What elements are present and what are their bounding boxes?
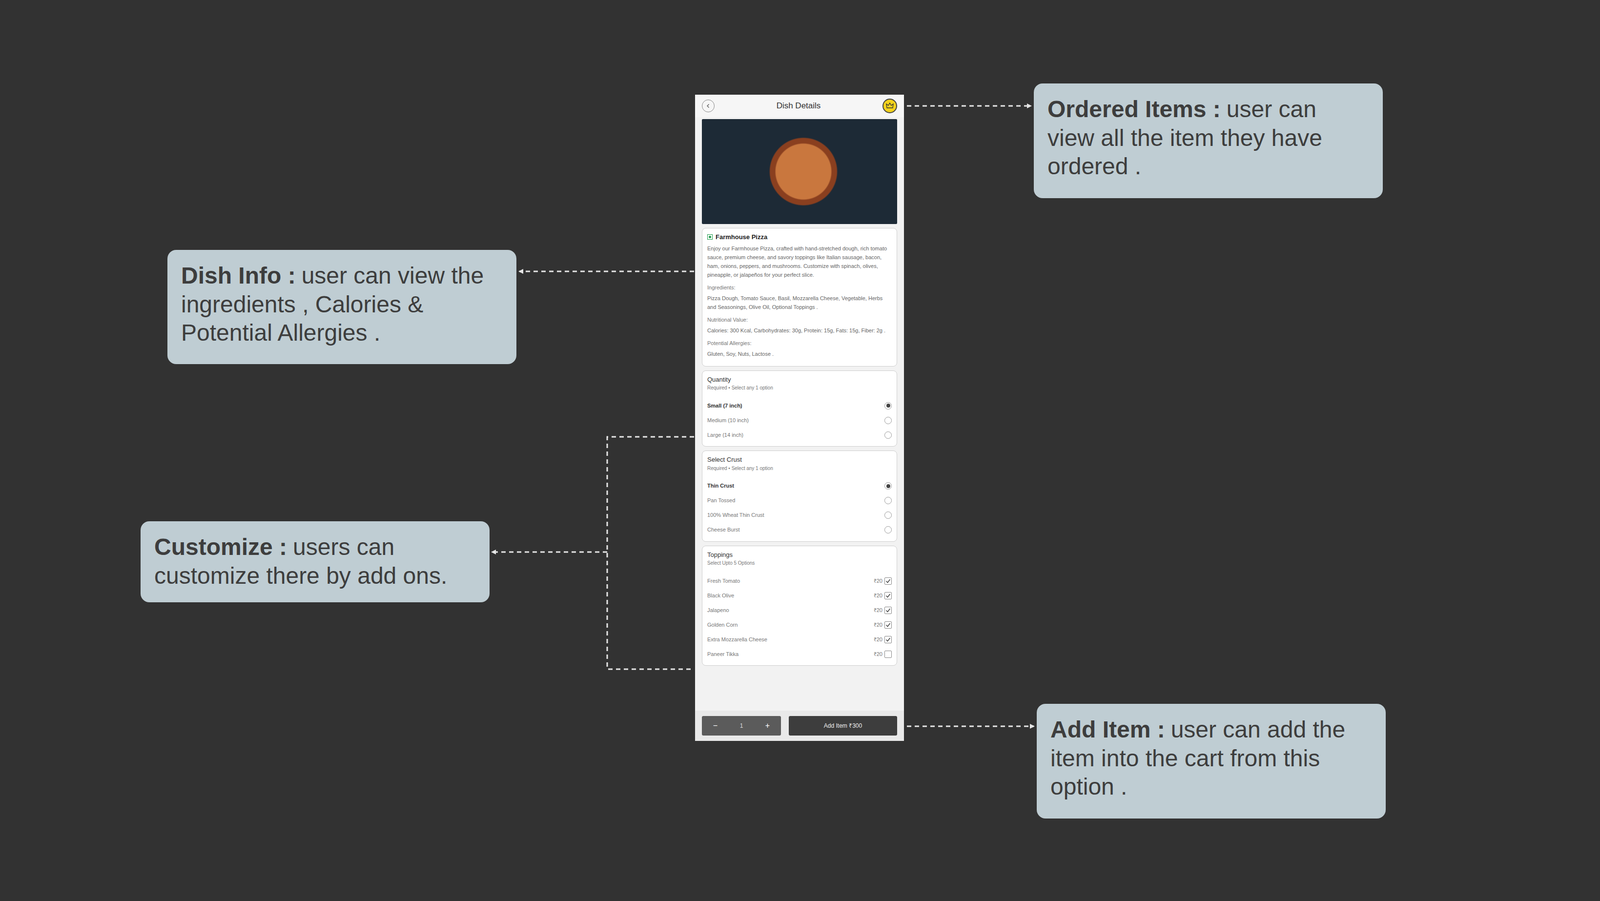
radio-button[interactable] [884, 526, 892, 534]
dish-description: Enjoy our Farmhouse Pizza, crafted with … [707, 244, 892, 280]
callout-title: Ordered Items : [1047, 96, 1221, 123]
annotation-canvas: Ordered Items :user can view all the ite… [0, 0, 1600, 901]
plus-button[interactable]: + [765, 719, 770, 732]
option-section: QuantityRequired • Select any 1 option Sm… [701, 370, 898, 448]
checkbox[interactable] [884, 650, 892, 658]
option-section: ToppingsSelect Upto 5 Options Fresh Tomat… [701, 545, 898, 667]
option-label: Medium (10 inch) [707, 416, 749, 425]
section-subtitle: Required • Select any 1 option [707, 464, 892, 472]
back-button[interactable] [701, 99, 715, 113]
veg-icon [707, 234, 713, 240]
option-price-group: ₹20 [873, 635, 892, 644]
checkbox[interactable] [884, 635, 892, 644]
info-label: Potential Allergies: [707, 338, 892, 348]
radio-option[interactable]: 100% Wheat Thin Crust [707, 508, 892, 523]
tick-icon [885, 636, 891, 643]
dish-name: Farmhouse Pizza [715, 232, 768, 243]
option-label: Extra Mozzarella Cheese [707, 635, 768, 644]
option-price-group: ₹20 [873, 650, 892, 659]
option-label: Large (14 inch) [707, 430, 744, 440]
callout-box: Ordered Items :user can view all the ite… [1033, 83, 1383, 199]
checkbox-option[interactable]: Paneer Tikka ₹20 [707, 646, 892, 662]
radio-button[interactable] [884, 416, 892, 425]
callout-title: Add Item : [1050, 716, 1166, 743]
add-item-button[interactable]: Add Item ₹300 [788, 716, 898, 736]
radio-button[interactable] [884, 431, 892, 439]
radio-option[interactable]: Large (14 inch) [707, 427, 892, 443]
callout-box: Customize :users can customize there by … [140, 521, 490, 603]
radio-button[interactable] [884, 402, 892, 410]
dish-info-card: Farmhouse PizzaEnjoy our Farmhouse Pizza… [701, 227, 898, 367]
section-title: Toppings [707, 550, 892, 560]
radio-option[interactable]: Small (7 inch) [707, 398, 892, 413]
callout-title: Customize : [154, 533, 288, 560]
info-value: Gluten, Soy, Nuts, Lactose . [707, 349, 892, 359]
callout-box: Add Item :user can add the item into the… [1036, 703, 1386, 819]
option-price-group: ₹20 [873, 591, 892, 600]
checkbox-option[interactable]: Black Olive ₹20 [707, 588, 892, 603]
checkbox[interactable] [884, 592, 892, 600]
radio-option[interactable]: Pan Tossed [707, 493, 892, 509]
option-price-group: ₹20 [873, 620, 892, 630]
option-label: Golden Corn [707, 620, 738, 630]
option-label: Paneer Tikka [707, 650, 739, 659]
ordered-items-button[interactable] [882, 98, 898, 114]
info-label: Ingredients: [707, 283, 892, 292]
checkbox-option[interactable]: Golden Corn ₹20 [707, 617, 892, 633]
radio-button[interactable] [884, 511, 892, 519]
option-label: Cheese Burst [707, 525, 740, 534]
callout-box: Dish Info :user can view the ingredients… [167, 249, 517, 365]
option-label: Fresh Tomato [707, 576, 740, 586]
tick-icon [885, 593, 891, 599]
bottom-bar: − 1 + Add Item ₹300 [695, 710, 904, 741]
screen-header: Dish Details [695, 94, 904, 118]
checkbox[interactable] [884, 577, 892, 585]
quantity-value: 1 [739, 721, 744, 731]
phone-screen: Dish Details Farmhouse PizzaEnjoy our Far… [695, 94, 904, 741]
radio-button[interactable] [884, 482, 892, 490]
checkbox-option[interactable]: Extra Mozzarella Cheese ₹20 [707, 632, 892, 647]
back-arrow-icon [705, 103, 711, 109]
dish-photo [701, 119, 898, 225]
radio-button[interactable] [884, 496, 892, 505]
info-value: Pizza Dough, Tomato Sauce, Basil, Mozzar… [707, 293, 892, 312]
radio-option[interactable]: Cheese Burst [707, 522, 892, 538]
radio-option[interactable]: Thin Crust [707, 478, 892, 494]
section-subtitle: Required • Select any 1 option [707, 384, 892, 392]
quantity-stepper: − 1 + [701, 716, 781, 736]
option-label: Small (7 inch) [707, 401, 743, 411]
section-title: Select Crust [707, 454, 892, 465]
option-label: Jalapeno [707, 606, 730, 615]
option-section: Select CrustRequired • Select any 1 opti… [701, 450, 898, 542]
option-label: 100% Wheat Thin Crust [707, 511, 765, 520]
checkbox-option[interactable]: Jalapeno ₹20 [707, 602, 892, 618]
option-price: ₹20 [873, 635, 883, 644]
checkbox[interactable] [884, 606, 892, 615]
option-price: ₹20 [873, 591, 883, 600]
info-value: Calories: 300 Kcal, Carbohydrates: 30g, … [707, 326, 892, 335]
dish-name-row: Farmhouse Pizza [707, 232, 892, 243]
tick-icon [885, 622, 891, 628]
screen-title: Dish Details [776, 99, 821, 113]
option-label: Thin Crust [707, 481, 735, 491]
radio-option[interactable]: Medium (10 inch) [707, 412, 892, 428]
option-price: ₹20 [873, 620, 883, 630]
checkbox-option[interactable]: Fresh Tomato ₹20 [707, 573, 892, 589]
callout-title: Dish Info : [181, 262, 296, 289]
option-price: ₹20 [873, 650, 883, 659]
info-label: Nutritional Value: [707, 315, 892, 325]
option-label: Black Olive [707, 591, 735, 600]
checkbox[interactable] [884, 621, 892, 629]
tick-icon [885, 607, 891, 614]
option-price: ₹20 [873, 606, 883, 615]
tick-icon [885, 578, 891, 584]
option-label: Pan Tossed [707, 496, 736, 505]
section-title: Quantity [707, 374, 892, 385]
option-price: ₹20 [873, 576, 883, 586]
option-price-group: ₹20 [873, 576, 892, 586]
crown-icon [885, 102, 894, 110]
option-price-group: ₹20 [873, 606, 892, 615]
minus-button[interactable]: − [713, 719, 718, 732]
section-subtitle: Select Upto 5 Options [707, 559, 892, 567]
